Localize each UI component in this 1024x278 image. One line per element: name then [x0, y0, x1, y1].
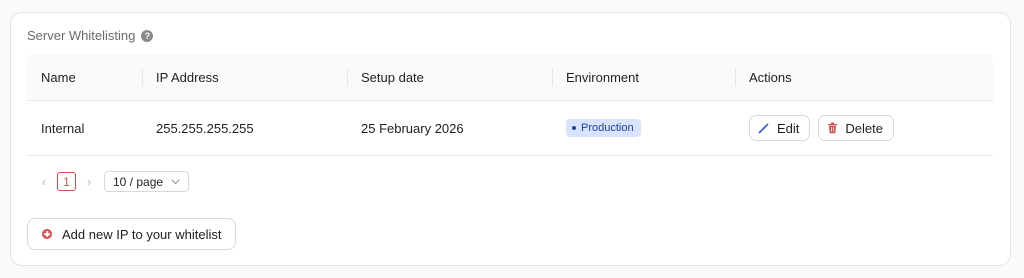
page-size-value: 10 / page: [113, 174, 164, 189]
environment-badge-label: Production: [581, 122, 634, 134]
pencil-icon: [758, 123, 769, 134]
environment-badge: Production: [566, 119, 641, 137]
column-header-ip-address: IP Address: [142, 54, 347, 100]
cell-setup-date: 25 February 2026: [361, 120, 464, 136]
pagination: ‹ 1 › 10 / page: [39, 171, 190, 192]
delete-button[interactable]: Delete: [818, 115, 894, 141]
cell-environment: Production: [552, 119, 735, 137]
page-size-select[interactable]: 10 / page: [104, 171, 190, 192]
cell-actions: Edit Delete: [735, 115, 993, 141]
chevron-down-icon: [171, 178, 180, 184]
table-header-row: Name IP Address Setup date Environment A…: [27, 54, 993, 101]
page-number-current[interactable]: 1: [57, 172, 76, 191]
table-row: Internal 255.255.255.255 25 February 202…: [27, 101, 993, 156]
chevron-left-icon[interactable]: ‹: [39, 175, 49, 189]
question-circle-icon[interactable]: ?: [141, 29, 154, 42]
plus-circle-icon: [42, 229, 52, 239]
card-title: Server Whitelisting: [27, 28, 136, 43]
cell-ip-address: 255.255.255.255: [156, 120, 254, 136]
cell-name: Internal: [41, 120, 85, 136]
chevron-right-icon[interactable]: ›: [84, 175, 94, 189]
column-header-actions: Actions: [735, 54, 993, 100]
edit-button[interactable]: Edit: [749, 115, 811, 141]
column-header-environment: Environment: [552, 54, 735, 100]
server-whitelisting-card: Server Whitelisting ? Name IP Address Se…: [10, 12, 1011, 266]
trash-icon: [828, 122, 838, 134]
card-header: Server Whitelisting ?: [27, 28, 154, 43]
add-ip-button-label: Add new IP to your whitelist: [62, 226, 222, 242]
add-ip-button[interactable]: Add new IP to your whitelist: [27, 218, 237, 250]
column-header-setup-date: Setup date: [347, 54, 552, 100]
whitelist-table: Name IP Address Setup date Environment A…: [27, 54, 993, 156]
edit-button-label: Edit: [777, 120, 800, 136]
delete-button-label: Delete: [845, 120, 883, 136]
column-header-name: Name: [41, 69, 76, 85]
badge-dot-icon: [572, 126, 576, 130]
